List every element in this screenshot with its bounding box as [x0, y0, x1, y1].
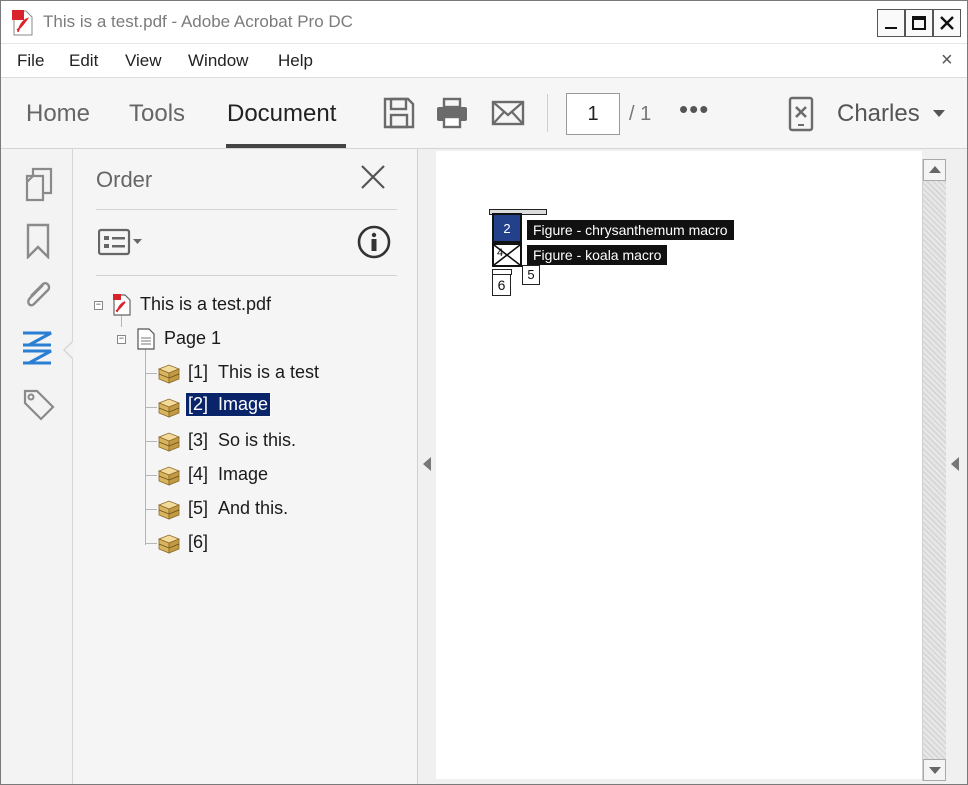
attachment-icon[interactable]: [21, 277, 55, 313]
tags-icon[interactable]: [21, 387, 55, 423]
overlay-number: 4: [497, 247, 504, 259]
email-icon[interactable]: [491, 96, 525, 130]
tree-item-text: This is a test: [218, 362, 320, 382]
mobile-link-icon[interactable]: [787, 96, 815, 132]
toolbar-separator: [547, 94, 548, 132]
tree-page-toggle[interactable]: −: [117, 335, 126, 344]
maximize-button[interactable]: [905, 9, 933, 37]
expand-right-pane-arrow[interactable]: [951, 457, 959, 471]
toolbar: Home Tools Document 1 / 1 ••• Charles: [1, 77, 967, 149]
scroll-down-button[interactable]: [923, 759, 946, 781]
panel-divider: [96, 275, 397, 276]
tree-item-number: [1]: [188, 362, 209, 382]
order-icon[interactable]: [21, 331, 55, 367]
options-menu-icon[interactable]: [98, 227, 144, 257]
tab-tools[interactable]: Tools: [129, 100, 185, 128]
tree-root-label[interactable]: This is a test.pdf: [140, 294, 271, 315]
more-tools-button[interactable]: •••: [679, 94, 709, 125]
content-box-icon: [157, 466, 181, 486]
order-overlay-region-2[interactable]: 2: [492, 213, 522, 243]
minimize-button[interactable]: [877, 9, 905, 37]
content-box-icon: [157, 398, 181, 418]
content-box-icon: [157, 364, 181, 384]
close-icon: [940, 16, 954, 30]
menu-help[interactable]: Help: [278, 51, 313, 71]
arrow-down-icon: [929, 767, 941, 774]
rail-active-pointer: [63, 340, 74, 360]
document-view: 2 Figure - chrysanthemum macro 4 Figure …: [418, 149, 967, 784]
title-bar: This is a test.pdf - Adobe Acrobat Pro D…: [1, 1, 967, 43]
figure-tag-label: Figure - chrysanthemum macro: [527, 220, 734, 240]
collapse-left-pane-arrow[interactable]: [423, 457, 431, 471]
tab-home[interactable]: Home: [26, 100, 90, 128]
tab-document[interactable]: Document: [227, 100, 336, 128]
tree-item-number: [3]: [188, 430, 209, 450]
acrobat-pdf-icon: [12, 10, 33, 36]
menu-file[interactable]: File: [17, 51, 44, 71]
order-overlay-region-5[interactable]: 5: [522, 265, 540, 285]
tree-item-text: And this.: [218, 498, 289, 518]
pages-icon[interactable]: [21, 167, 55, 203]
figure-tag-label: Figure - koala macro: [527, 245, 668, 265]
page-total: / 1: [629, 103, 652, 125]
menu-view[interactable]: View: [125, 51, 162, 71]
tree-page-label[interactable]: Page 1: [164, 328, 221, 349]
info-icon[interactable]: [357, 225, 391, 259]
menu-window[interactable]: Window: [188, 51, 248, 71]
tree-item-number: [4]: [188, 464, 209, 484]
maximize-icon: [912, 16, 926, 30]
content-box-icon: [157, 500, 181, 520]
menubar-close-button[interactable]: ×: [941, 49, 953, 72]
save-icon[interactable]: [382, 96, 416, 130]
arrow-up-icon: [929, 166, 941, 173]
pdf-file-icon: [113, 294, 131, 316]
minimize-icon: [885, 27, 897, 29]
window-title: This is a test.pdf - Adobe Acrobat Pro D…: [43, 12, 353, 31]
vertical-scrollbar[interactable]: [922, 159, 946, 781]
order-overlay-region-6[interactable]: 6: [492, 274, 511, 296]
panel-close-button[interactable]: [359, 163, 387, 191]
bookmark-icon[interactable]: [21, 223, 55, 259]
navigation-rail: [1, 149, 73, 784]
user-account-button[interactable]: Charles: [837, 100, 920, 128]
content-box-icon: [157, 534, 181, 554]
active-tab-indicator: [226, 144, 346, 148]
page-number-input[interactable]: 1: [566, 93, 620, 135]
selected-tree-item-label: [2] Image: [184, 392, 272, 417]
scroll-up-button[interactable]: [923, 159, 946, 181]
overlay-number: 5: [527, 267, 535, 282]
page-icon: [137, 328, 155, 350]
acrobat-window: This is a test.pdf - Adobe Acrobat Pro D…: [0, 0, 968, 785]
menu-edit[interactable]: Edit: [69, 51, 98, 71]
tree-item-text: So is this.: [218, 430, 297, 450]
panel-divider: [96, 209, 397, 210]
tree-item-number: [5]: [188, 498, 209, 518]
chevron-down-icon[interactable]: [933, 110, 945, 117]
content-box-icon: [157, 432, 181, 452]
pdf-page[interactable]: 2 Figure - chrysanthemum macro 4 Figure …: [436, 151, 922, 779]
window-close-button[interactable]: [933, 9, 961, 37]
overlay-number: 6: [497, 277, 506, 293]
menu-bar: File Edit View Window Help ×: [1, 43, 967, 77]
tree-item-text: Image: [218, 394, 269, 414]
overlay-number: 2: [503, 221, 511, 236]
tree-collapse-toggle[interactable]: −: [94, 301, 103, 310]
panel-title: Order: [96, 167, 153, 192]
order-overlay-region-4[interactable]: 4: [492, 243, 522, 267]
tree-item-text: Image: [218, 464, 269, 484]
tree-item-number: [2]: [188, 394, 209, 414]
order-panel: Order − This is a test.pdf − Page 1 [1] …: [73, 149, 418, 784]
tree-item-number: [6]: [188, 532, 209, 552]
print-icon[interactable]: [435, 96, 469, 130]
